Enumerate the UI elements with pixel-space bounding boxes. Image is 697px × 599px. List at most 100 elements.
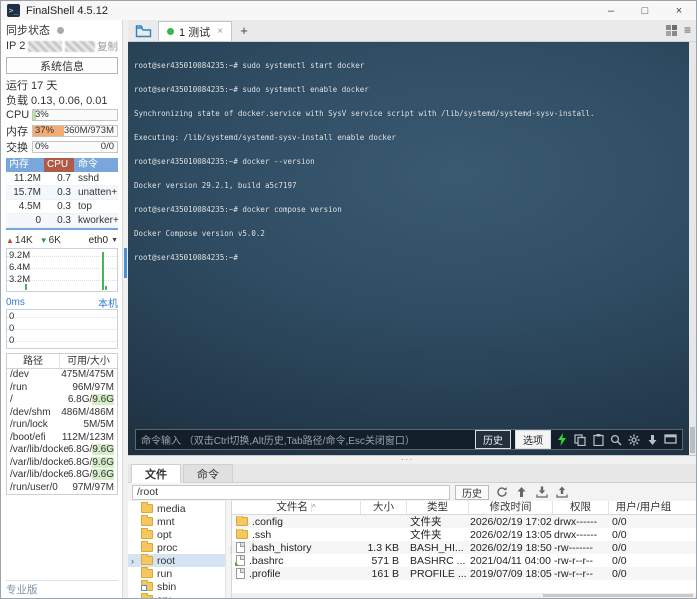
tree-item-mnt[interactable]: mnt xyxy=(128,515,225,528)
header-size[interactable]: 大小 xyxy=(360,501,406,514)
command-bar: 命令输入 （双击Ctrl切换,Alt历史,Tab路径/命令,Esc关闭窗口） 历… xyxy=(135,429,683,450)
terminal-scrollbar[interactable] xyxy=(689,42,696,455)
tab-files[interactable]: 文件 xyxy=(131,464,181,483)
tree-item-srv[interactable]: srv xyxy=(128,593,225,598)
folder-icon xyxy=(141,504,153,513)
ping-host[interactable]: 本机 xyxy=(98,295,118,310)
path-history-button[interactable]: 历史 xyxy=(455,485,489,500)
command-history-button[interactable]: 历史 xyxy=(475,430,511,449)
file-row[interactable]: .ssh 文件夹 2026/02/19 13:05 drwx------ 0/0 xyxy=(232,528,696,541)
process-row[interactable]: 15.7M 0.3 unatten+ xyxy=(6,186,118,200)
header-type[interactable]: 类型 xyxy=(406,501,468,514)
tree-item-label: media xyxy=(157,503,186,515)
tab-commands[interactable]: 命令 xyxy=(183,464,233,482)
disk-row[interactable]: /boot/efi112M/123M xyxy=(7,432,117,445)
traffic-spike xyxy=(25,284,27,290)
mount-path: /var/lib/docker/r... xyxy=(7,457,68,470)
disk-header-path[interactable]: 路径 xyxy=(7,354,59,368)
disk-row[interactable]: /run/lock5M/5M xyxy=(7,419,117,432)
file-icon xyxy=(236,542,245,553)
menu-icon[interactable]: ≡ xyxy=(684,25,691,36)
refresh-icon[interactable] xyxy=(494,485,509,500)
maximize-button[interactable]: □ xyxy=(628,1,662,20)
process-header-command[interactable]: 命令 xyxy=(74,158,118,172)
upload-icon[interactable] xyxy=(554,485,569,500)
minimize-button[interactable]: – xyxy=(594,1,628,20)
file-row[interactable]: .profile 161 B PROFILE ... 2019/07/09 18… xyxy=(232,567,696,580)
tree-item-label: mnt xyxy=(157,516,175,528)
terminal-view[interactable]: root@ser435010084235:~# sudo systemctl s… xyxy=(128,42,696,455)
tree-item-run[interactable]: run xyxy=(128,567,225,580)
disk-row[interactable]: /var/lib/docker/r...6.8G/9.6G xyxy=(7,444,117,457)
terminal-tab[interactable]: 1 测试 × xyxy=(158,21,232,41)
process-row[interactable]: 4.5M 0.3 top xyxy=(6,200,118,214)
terminal-scrollbar-thumb[interactable] xyxy=(690,427,695,453)
sort-asc-icon: ^ xyxy=(311,503,316,512)
file-browser: media mnt opt proc ›root run sbin srv ⋮ xyxy=(128,501,696,598)
tree-item-root[interactable]: ›root xyxy=(128,554,225,567)
tree-item-label: opt xyxy=(157,529,172,541)
tree-item-opt[interactable]: opt xyxy=(128,528,225,541)
tree-item-media[interactable]: media xyxy=(128,502,225,515)
tab-close-icon[interactable]: × xyxy=(217,26,223,37)
download-rate: 6K xyxy=(49,235,61,246)
lightning-icon[interactable] xyxy=(555,433,569,447)
disk-row[interactable]: /var/lib/docker/r...6.8G/9.6G xyxy=(7,469,117,482)
paste-icon[interactable] xyxy=(591,433,605,447)
process-header-memory[interactable]: 内存 xyxy=(6,158,44,172)
disk-row[interactable]: /dev475M/475M xyxy=(7,369,117,382)
file-list-hscrollbar[interactable] xyxy=(232,593,696,598)
ping-y-label: 0 xyxy=(9,312,14,322)
tree-item-proc[interactable]: proc xyxy=(128,541,225,554)
open-connections-button[interactable] xyxy=(128,24,158,38)
process-mem: 11.2M xyxy=(6,172,44,185)
path-input[interactable]: /root xyxy=(132,485,450,500)
tree-item-sbin[interactable]: sbin xyxy=(128,580,225,593)
terminal-files-splitter[interactable]: ··· xyxy=(128,455,696,464)
fullscreen-icon[interactable] xyxy=(663,433,677,447)
disk-row[interactable]: /run96M/97M xyxy=(7,382,117,395)
command-input[interactable]: 命令输入 （双击Ctrl切换,Alt历史,Tab路径/命令,Esc关闭窗口） xyxy=(141,432,471,447)
disk-table: 路径 可用/大小 /dev475M/475M /run96M/97M /6.8G… xyxy=(6,353,118,495)
disk-header-size[interactable]: 可用/大小 xyxy=(59,354,117,368)
close-button[interactable]: × xyxy=(662,1,696,20)
sync-status-row: 同步状态 xyxy=(6,22,118,38)
scroll-down-icon[interactable] xyxy=(645,433,659,447)
search-icon[interactable] xyxy=(609,433,623,447)
process-cmd: kworker+ xyxy=(74,214,119,227)
command-options-button[interactable]: 选项 xyxy=(515,430,551,449)
file-row[interactable]: .bash_history 1.3 KB BASH_HI... 2026/02/… xyxy=(232,541,696,554)
file-type: BASH_HI... xyxy=(406,542,468,554)
tree-list-splitter[interactable]: ⋮ xyxy=(225,501,232,598)
process-row[interactable]: 11.2M 0.7 sshd xyxy=(6,172,118,186)
process-cpu: 0.3 xyxy=(44,214,74,227)
layout-grid-icon[interactable] xyxy=(666,25,677,36)
file-list-header: 文件名 ^ 大小 类型 修改时间 权限 用户/用户组 xyxy=(232,501,696,515)
header-mtime[interactable]: 修改时间 xyxy=(468,501,552,514)
gear-icon[interactable] xyxy=(627,433,641,447)
process-header-cpu[interactable]: CPU xyxy=(44,158,74,172)
copy-ip-button[interactable]: 复制 xyxy=(97,39,118,54)
disk-row[interactable]: /var/lib/docker/r...6.8G/9.6G xyxy=(7,457,117,470)
disk-row[interactable]: /6.8G/9.6G xyxy=(7,394,117,407)
copy-icon[interactable] xyxy=(573,433,587,447)
mount-path: / xyxy=(7,394,68,407)
new-tab-button[interactable]: + xyxy=(232,23,256,38)
process-row[interactable]: 0 0.3 kworker+ xyxy=(6,214,118,228)
header-owner[interactable]: 用户/用户组 xyxy=(608,501,678,514)
file-row[interactable]: .bashrc 571 B BASHRC ... 2021/04/11 04:0… xyxy=(232,554,696,567)
folder-icon xyxy=(236,530,248,539)
splitter-collapse-handle[interactable] xyxy=(124,248,127,278)
disk-row[interactable]: /run/user/097M/97M xyxy=(7,482,117,495)
system-info-button[interactable]: 系统信息 xyxy=(6,57,118,74)
hscrollbar-thumb[interactable] xyxy=(543,594,693,597)
disk-row[interactable]: /dev/shm486M/486M xyxy=(7,407,117,420)
interface-selector[interactable]: eth0 ▼ xyxy=(89,235,118,246)
terminal-tabbar: 1 测试 × + ≡ xyxy=(128,20,696,42)
expander-icon[interactable]: › xyxy=(131,556,134,566)
header-permissions[interactable]: 权限 xyxy=(552,501,608,514)
parent-directory-icon[interactable] xyxy=(514,485,529,500)
header-filename[interactable]: 文件名 ^ xyxy=(232,501,360,514)
network-stats-row: ▲ 14K ▼ 6K eth0 ▼ xyxy=(6,232,118,248)
download-icon[interactable] xyxy=(534,485,549,500)
